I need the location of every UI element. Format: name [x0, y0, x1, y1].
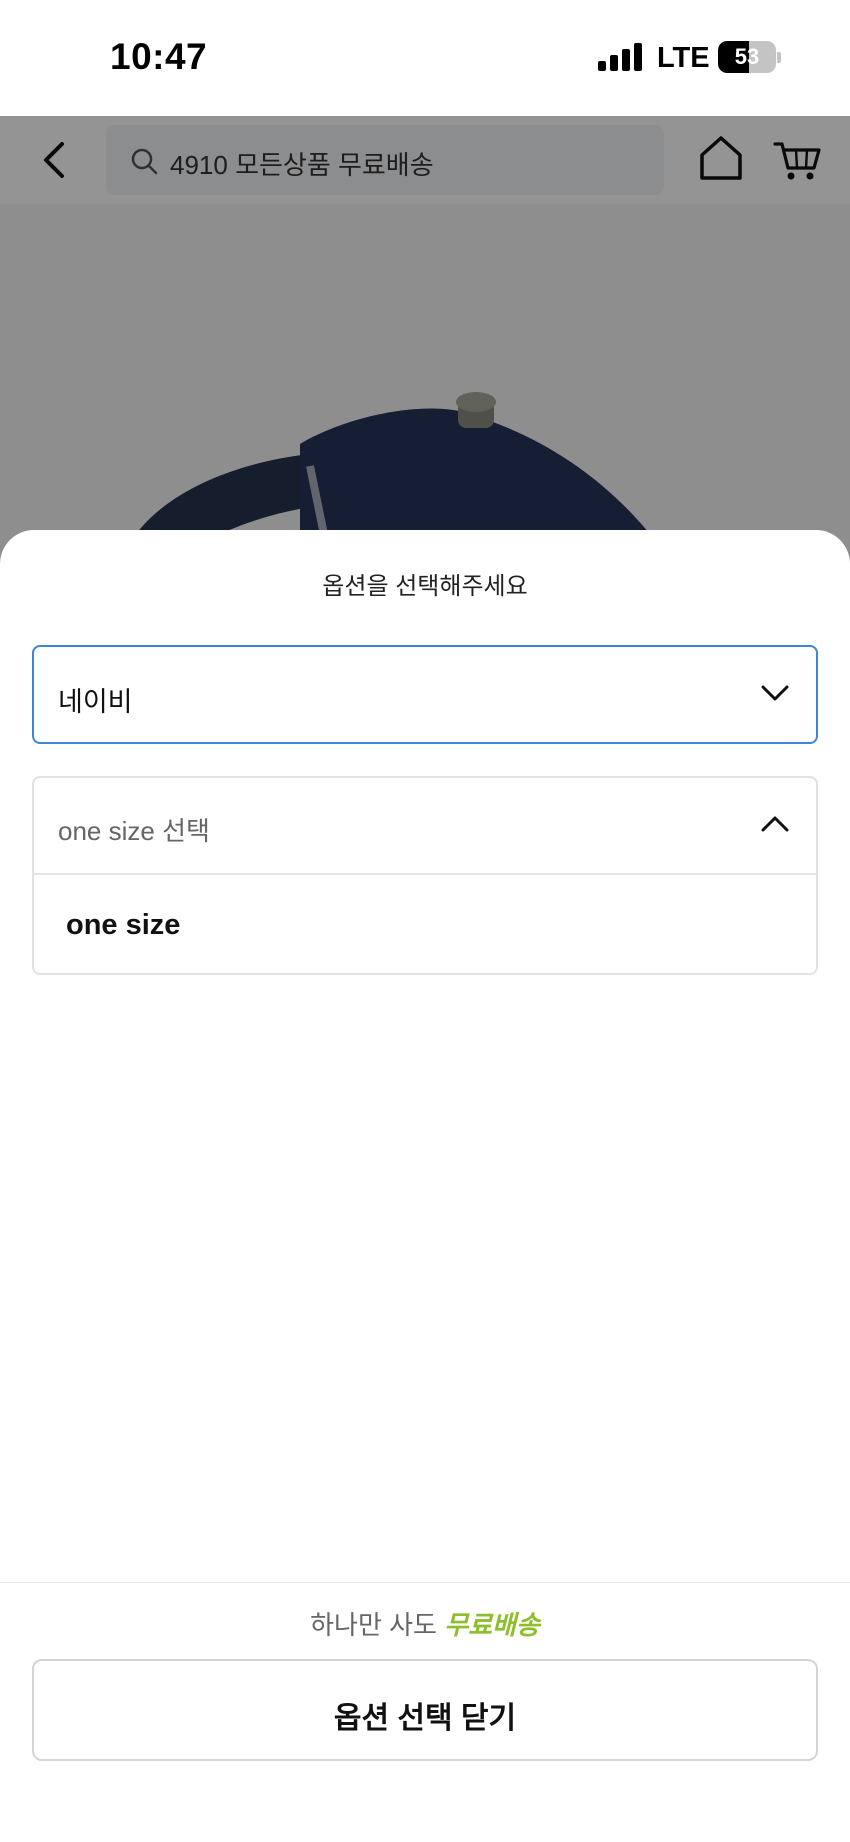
- sheet-footer: 하나만 사도 무료배송 옵션 선택 닫기: [0, 1582, 850, 1842]
- battery-level: 53: [734, 44, 760, 69]
- sheet-title: 옵션을 선택해주세요: [322, 573, 528, 600]
- battery-cap: [777, 52, 781, 63]
- network-label: LTE: [657, 42, 710, 74]
- promo-highlight: 무료배송: [444, 1610, 540, 1640]
- signal-icon: [598, 43, 644, 71]
- close-options-label: 옵션 선택 닫기: [333, 1702, 517, 1735]
- size-select-header[interactable]: one size 선택: [34, 778, 816, 875]
- option-sheet: 옵션을 선택해주세요 네이비 one size 선택 one size 하나만 …: [0, 530, 850, 1842]
- status-bar: 10:47 LTE 53: [0, 0, 850, 116]
- battery-icon: 53: [718, 41, 776, 73]
- chevron-up-icon: [761, 816, 789, 832]
- size-select: one size 선택 one size: [32, 776, 818, 975]
- size-option-one-size[interactable]: one size: [34, 875, 816, 973]
- size-select-placeholder: one size 선택: [58, 816, 210, 846]
- chevron-down-icon: [761, 685, 789, 701]
- size-option-label: one size: [66, 909, 181, 941]
- close-options-button[interactable]: 옵션 선택 닫기: [32, 1659, 818, 1761]
- color-select-value: 네이비: [58, 687, 133, 717]
- color-select[interactable]: 네이비: [32, 645, 818, 744]
- screen: 10:47 LTE 53 4910 모든상품 무료배송 옵션을 선택해주세요 네…: [0, 0, 850, 1842]
- status-time: 10:47: [110, 36, 208, 77]
- promo-prefix: 하나만 사도: [310, 1610, 437, 1640]
- promo-text: 하나만 사도 무료배송: [0, 1605, 850, 1642]
